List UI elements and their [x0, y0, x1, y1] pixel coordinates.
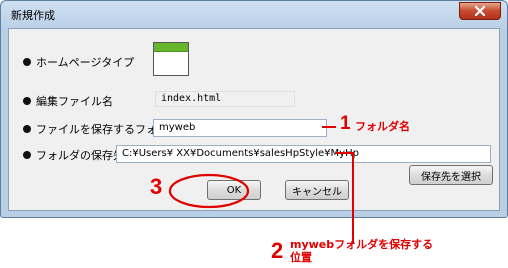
annotation-1-connector [322, 126, 336, 128]
bullet-icon [23, 97, 31, 105]
homepage-type-thumbnail[interactable] [153, 42, 189, 76]
folder-name-input[interactable]: myweb [153, 119, 327, 137]
close-button[interactable] [459, 2, 501, 20]
window-title: 新規作成 [11, 9, 55, 22]
edit-file-value: index.html [155, 91, 295, 107]
annotation-1-number: 1 [340, 113, 351, 134]
annotation-1-text: フォルダ名 [355, 120, 410, 133]
edit-file-label: 編集ファイル名 [36, 95, 113, 108]
homepage-type-label: ホームページタイプ [36, 56, 135, 69]
dialog-body: ホームページタイプ 編集ファイル名 index.html ファイルを保存するフォ… [8, 28, 500, 211]
bullet-icon [23, 151, 31, 159]
bullet-icon [23, 125, 31, 133]
dialog-window: 新規作成 ホームページタイプ 編集ファイル名 index.html ファイルを保… [0, 0, 508, 218]
annotation-3-ellipse [168, 173, 250, 209]
annotation-2-number: 2 [271, 238, 284, 263]
save-location-row: フォルダの保存先 [23, 147, 124, 163]
bullet-icon [23, 58, 31, 66]
edit-file-row: 編集ファイル名 [23, 93, 113, 109]
annotation-2-connector-vertical [352, 152, 354, 244]
save-location-input[interactable]: C:¥Users¥ XX¥Documents¥salesHpStyle¥MyHp [116, 145, 491, 163]
annotation-3-number: 3 [150, 174, 163, 199]
save-location-label: フォルダの保存先 [36, 149, 124, 162]
select-location-button[interactable]: 保存先を選択 [409, 165, 493, 185]
annotation-2-text-line2: 位置 [290, 251, 312, 264]
thumbnail-header-bar [154, 43, 188, 52]
homepage-type-row: ホームページタイプ [23, 54, 134, 70]
cancel-button[interactable]: キャンセル [285, 180, 349, 200]
close-icon [474, 6, 486, 16]
